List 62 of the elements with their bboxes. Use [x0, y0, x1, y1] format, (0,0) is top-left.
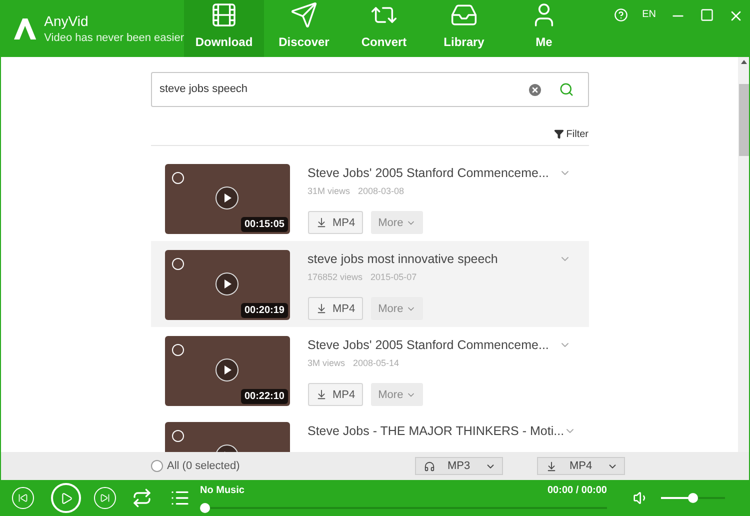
filter-button[interactable]: Filter	[566, 126, 588, 142]
maximize-icon[interactable]	[700, 8, 714, 22]
view-count: 31M views	[308, 184, 350, 198]
paper-plane-icon	[290, 1, 318, 29]
track-title: No Music	[200, 484, 244, 498]
video-title[interactable]: steve jobs most innovative speech	[308, 250, 498, 269]
app-tagline: Video has never been easier	[44, 30, 184, 46]
search-icon[interactable]	[558, 82, 574, 97]
view-count: 176852 views	[308, 270, 363, 284]
duration-label: 00:20:19	[241, 303, 288, 318]
play-icon[interactable]	[214, 272, 238, 296]
mp4-batch-download-button[interactable]: MP4	[536, 457, 625, 475]
nav-tab[interactable]: Download	[184, 0, 264, 57]
play-icon[interactable]	[214, 358, 238, 382]
download-icon	[316, 389, 326, 400]
select-all-label[interactable]: All (0 selected)	[167, 458, 240, 474]
video-title[interactable]: Steve Jobs' 2005 Stanford Commenceme...	[308, 164, 549, 183]
next-button[interactable]	[94, 487, 116, 509]
download-icon	[316, 217, 326, 228]
film-icon	[210, 1, 238, 29]
search-input[interactable]: steve jobs speech	[160, 81, 526, 98]
view-count: 3M views	[308, 356, 346, 370]
filter-icon	[554, 129, 564, 139]
mp4-download-button[interactable]: MP4	[308, 297, 364, 320]
previous-button[interactable]	[12, 487, 34, 509]
progress-track[interactable]	[200, 503, 607, 513]
progress-thumb[interactable]	[200, 503, 210, 513]
select-all-radio[interactable]	[151, 460, 163, 472]
select-radio[interactable]	[172, 344, 184, 356]
mp4-download-button[interactable]: MP4	[308, 211, 364, 234]
duration-label: 00:22:10	[241, 389, 288, 404]
help-icon[interactable]	[614, 8, 628, 22]
headphones-icon	[424, 460, 435, 472]
select-radio[interactable]	[172, 172, 184, 184]
download-icon	[546, 460, 557, 472]
duration-label: 00:15:05	[241, 217, 288, 232]
play-button[interactable]	[51, 483, 81, 513]
clear-icon[interactable]	[526, 82, 542, 98]
app-name: AnyVid	[44, 12, 90, 30]
upload-date: 2008-03-08	[358, 184, 404, 198]
repeat-icon[interactable]	[132, 488, 152, 508]
mp3-download-button[interactable]: MP3	[414, 457, 503, 475]
download-icon	[316, 303, 326, 314]
video-title[interactable]: Steve Jobs' 2005 Stanford Commenceme...	[308, 336, 549, 355]
video-result[interactable]: 00:20:19 steve jobs most innovative speech 176852 views 2015-05-07 MP4 More	[150, 241, 588, 327]
upload-date: 2015-05-07	[370, 270, 417, 284]
select-radio[interactable]	[172, 258, 184, 270]
search-bar[interactable]: steve jobs speech	[150, 72, 588, 107]
skip-back-icon	[18, 493, 28, 503]
play-icon[interactable]	[214, 186, 238, 210]
volume-slider[interactable]	[661, 493, 725, 503]
mp4-download-button[interactable]: MP4	[308, 383, 364, 406]
skip-forward-icon	[100, 493, 110, 503]
scrollbar-thumb[interactable]	[738, 84, 748, 156]
track-time: 00:00 / 00:00	[548, 484, 607, 498]
upload-date: 2008-05-14	[353, 356, 400, 370]
volume-thumb[interactable]	[688, 493, 698, 503]
video-title[interactable]: Steve Jobs - THE MAJOR THINKERS - Moti...	[308, 422, 564, 441]
play-icon	[60, 492, 72, 504]
scrollbar[interactable]	[738, 57, 750, 452]
scroll-up-icon[interactable]	[740, 60, 746, 64]
select-radio[interactable]	[172, 430, 184, 442]
